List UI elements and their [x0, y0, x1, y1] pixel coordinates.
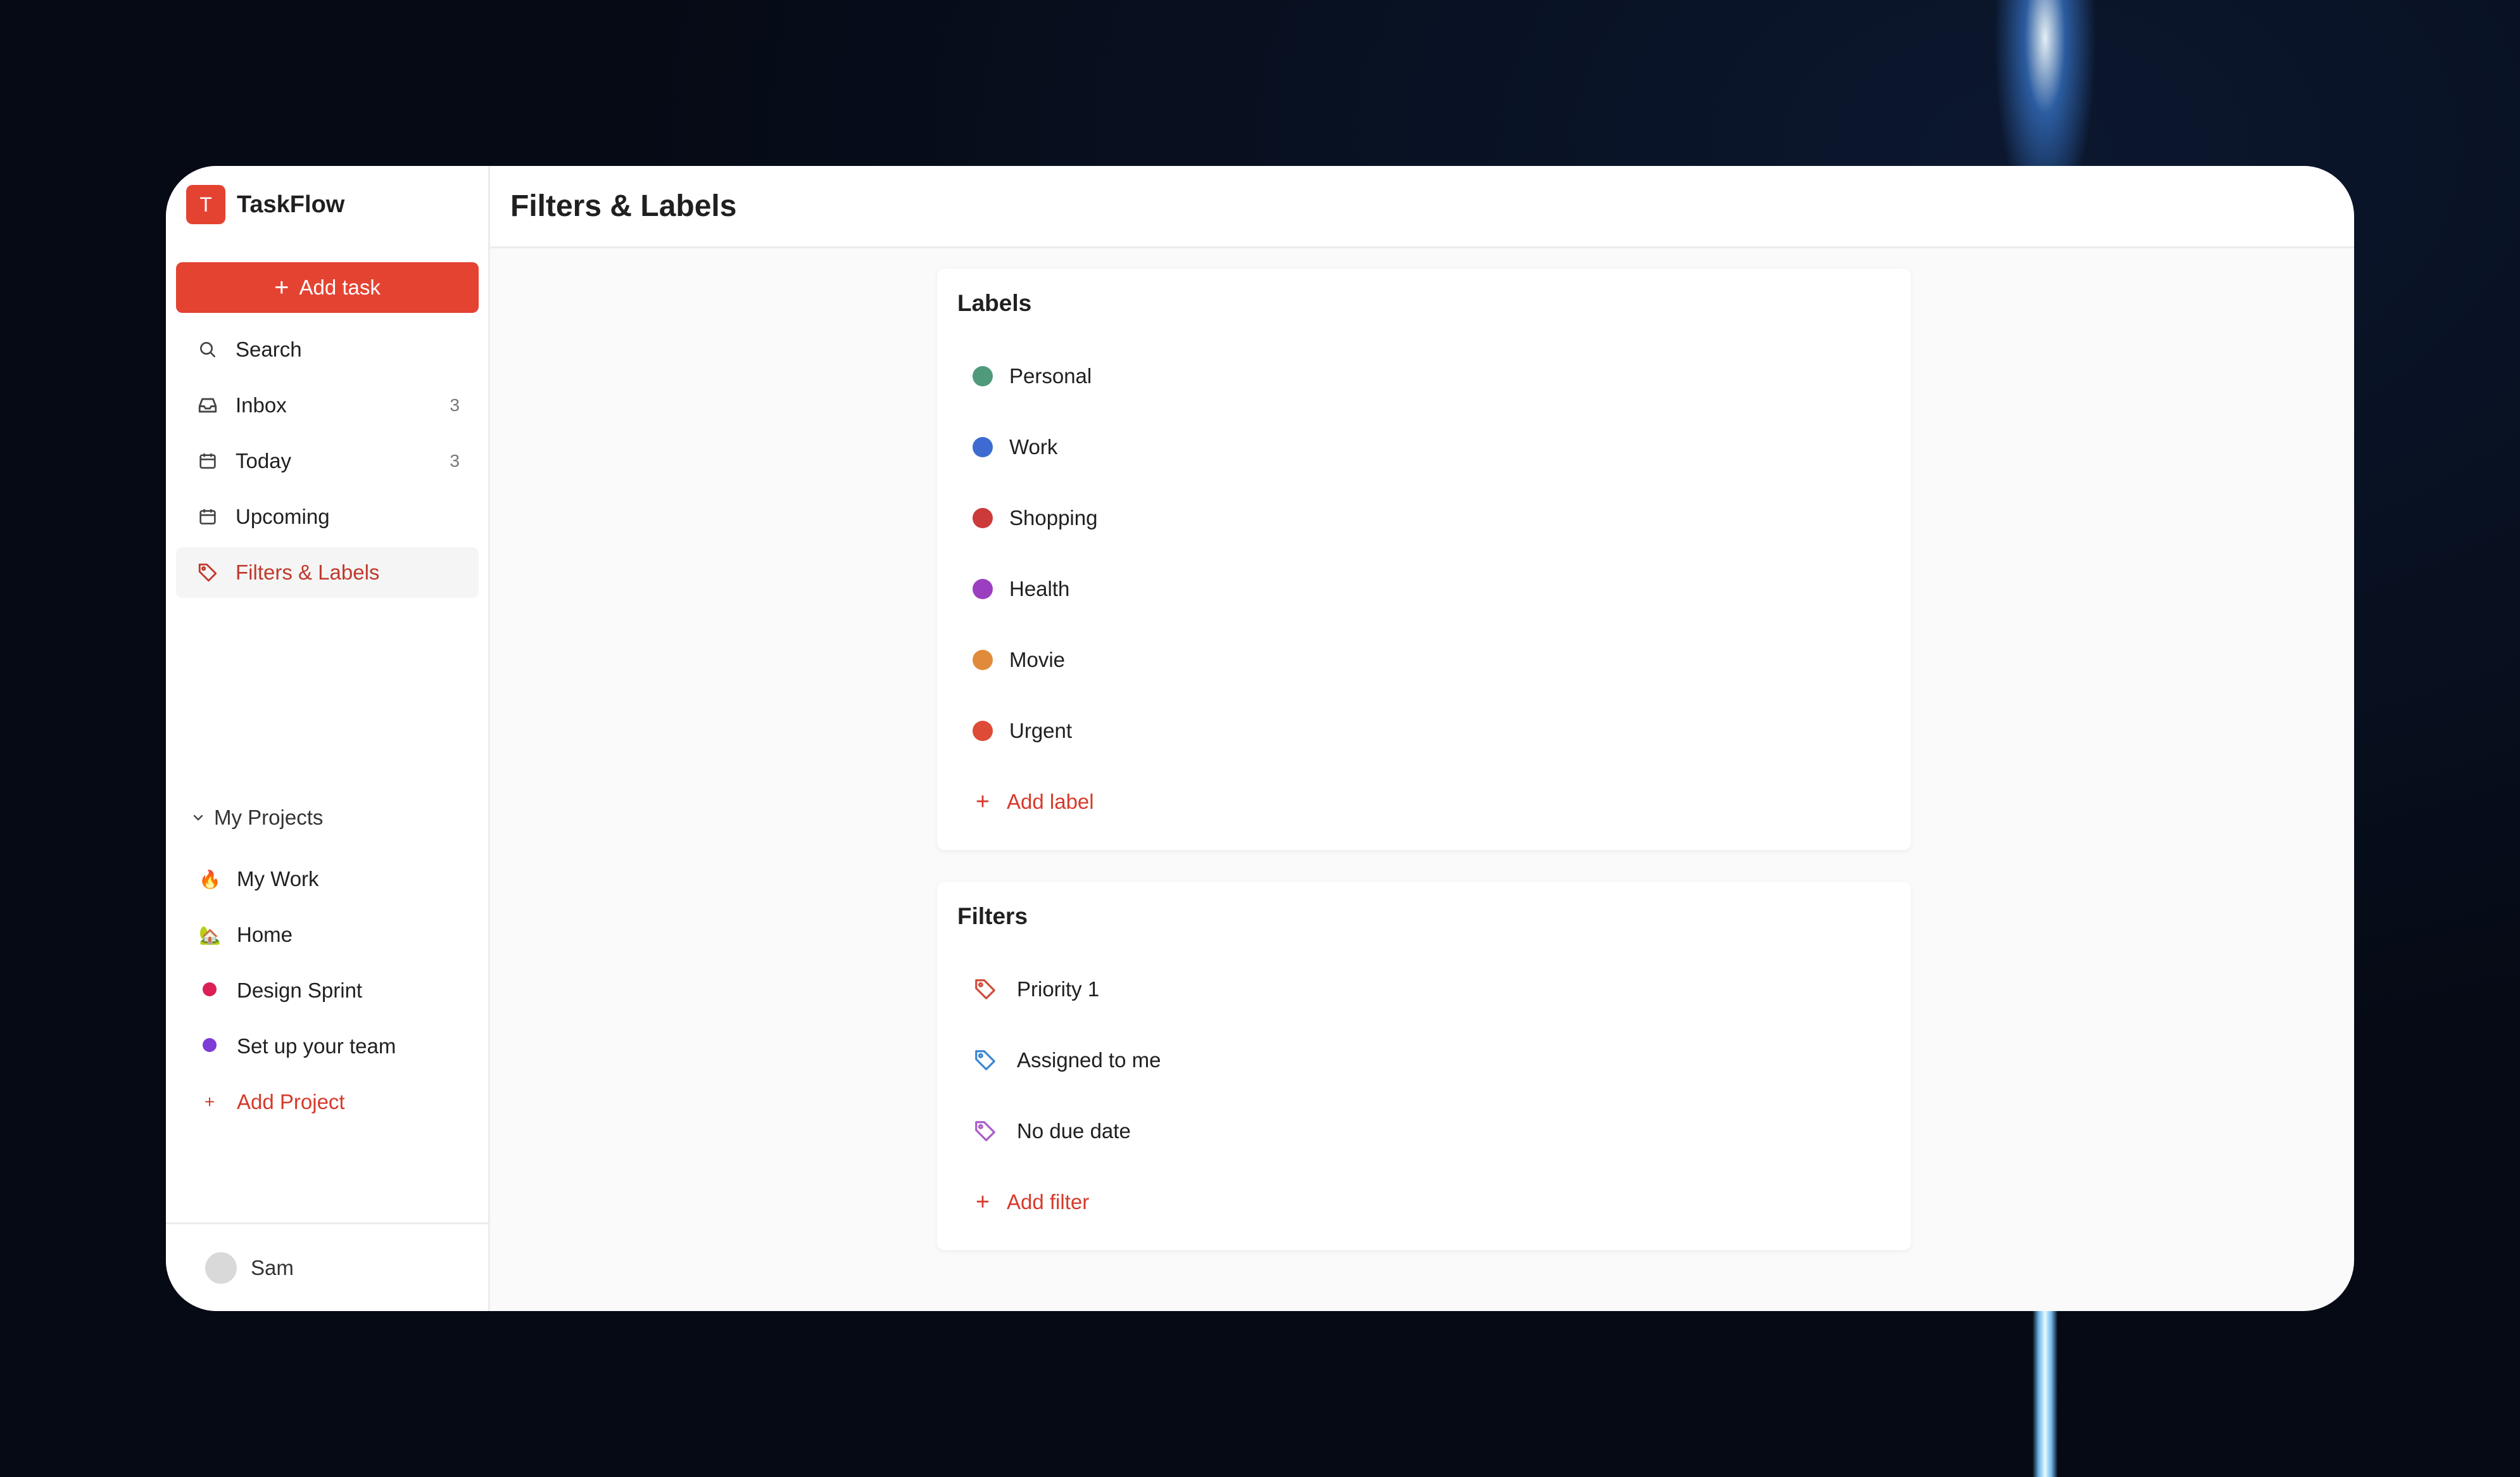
label-name: Personal [1009, 364, 1092, 388]
my-projects-heading: My Projects [214, 806, 324, 829]
fire-icon: 🔥 [199, 869, 221, 889]
plus-icon: + [204, 1092, 215, 1112]
tag-icon [973, 1048, 998, 1073]
sidebar-item-filters-labels[interactable]: Filters & Labels [176, 547, 479, 598]
app-name: TaskFlow [237, 191, 345, 218]
add-task-label: Add task [299, 276, 381, 299]
avatar [205, 1252, 237, 1284]
project-list: 🔥 My Work 🏡 Home Design Sprint Set up yo… [176, 854, 479, 1132]
sidebar: T TaskFlow + Add task Search Inbox 3 Tod… [166, 166, 490, 1311]
project-design-sprint[interactable]: Design Sprint [176, 965, 479, 1016]
labels-list: Personal Work Shopping Health Movie Urge… [957, 341, 1097, 837]
user-name: Sam [251, 1255, 294, 1279]
project-label: Set up your team [237, 1034, 396, 1058]
inbox-icon [196, 394, 219, 417]
add-filter-text: Add filter [1007, 1190, 1090, 1214]
project-color-dot [199, 980, 220, 1001]
filter-item-assigned-to-me[interactable]: Assigned to me [957, 1025, 1161, 1096]
sidebar-item-label: Inbox [236, 393, 287, 417]
sidebar-item-count: 3 [450, 395, 460, 415]
page-title: Filters & Labels [510, 189, 737, 223]
house-icon: 🏡 [199, 925, 221, 945]
page-header: Filters & Labels [490, 166, 2354, 248]
label-item-work[interactable]: Work [957, 412, 1097, 483]
add-project-button[interactable]: + Add Project [176, 1077, 479, 1127]
label-color-dot [973, 579, 993, 599]
add-label-text: Add label [1007, 790, 1094, 813]
project-label: Design Sprint [237, 979, 363, 1002]
add-label-button[interactable]: + Add label [957, 766, 1097, 837]
sidebar-item-today[interactable]: Today 3 [176, 436, 479, 486]
tag-icon [973, 1119, 998, 1144]
filter-item-priority-1[interactable]: Priority 1 [957, 954, 1161, 1025]
project-set-up-your-team[interactable]: Set up your team [176, 1021, 479, 1072]
background-light-beam-bottom [2032, 1305, 2058, 1477]
calendar-icon [196, 450, 219, 472]
add-task-button[interactable]: + Add task [176, 262, 479, 313]
tag-icon [196, 561, 219, 584]
project-label: Home [237, 923, 293, 946]
filters-card: Filters Priority 1 Assigned to me No due… [937, 882, 1911, 1250]
calendar-icon [196, 505, 219, 528]
filter-name: Priority 1 [1017, 977, 1100, 1001]
project-home[interactable]: 🏡 Home [176, 910, 479, 960]
label-name: Urgent [1009, 719, 1073, 742]
label-color-dot [973, 721, 993, 741]
label-item-urgent[interactable]: Urgent [957, 695, 1097, 766]
filter-name: No due date [1017, 1119, 1131, 1143]
plus-icon: + [975, 788, 990, 815]
main-content: Filters & Labels Labels Personal Work Sh… [490, 166, 2354, 1311]
labels-card: Labels Personal Work Shopping Health Mov… [937, 269, 1911, 850]
labels-card-title: Labels [957, 290, 1032, 316]
sidebar-item-search[interactable]: Search [176, 324, 479, 375]
add-project-label: Add Project [237, 1090, 345, 1113]
tag-icon [973, 977, 998, 1002]
label-item-personal[interactable]: Personal [957, 341, 1097, 412]
sidebar-item-inbox[interactable]: Inbox 3 [176, 380, 479, 431]
sidebar-item-label: Filters & Labels [236, 561, 380, 584]
project-color-dot [199, 1036, 220, 1056]
label-item-shopping[interactable]: Shopping [957, 483, 1097, 554]
plus-icon: + [274, 274, 289, 301]
add-filter-button[interactable]: + Add filter [957, 1167, 1161, 1238]
label-color-dot [973, 437, 993, 457]
sidebar-item-label: Today [236, 449, 292, 472]
app-window: T TaskFlow + Add task Search Inbox 3 Tod… [166, 166, 2354, 1311]
label-name: Work [1009, 435, 1058, 459]
filters-list: Priority 1 Assigned to me No due date + [957, 954, 1161, 1238]
label-name: Movie [1009, 648, 1066, 671]
user-profile[interactable]: Sam [166, 1222, 488, 1311]
chevron-down-icon [189, 808, 208, 827]
label-color-dot [973, 508, 993, 528]
search-icon [196, 338, 219, 361]
project-my-work[interactable]: 🔥 My Work [176, 854, 479, 904]
sidebar-item-label: Search [236, 338, 302, 361]
label-name: Shopping [1009, 506, 1098, 529]
label-item-health[interactable]: Health [957, 554, 1097, 624]
label-color-dot [973, 650, 993, 670]
my-projects-toggle[interactable]: My Projects [189, 806, 323, 830]
sidebar-item-count: 3 [450, 451, 460, 471]
project-label: My Work [237, 867, 319, 891]
filter-item-no-due-date[interactable]: No due date [957, 1096, 1161, 1167]
app-logo: T [186, 185, 225, 224]
sidebar-item-label: Upcoming [236, 505, 330, 528]
brand[interactable]: T TaskFlow [186, 185, 344, 224]
filter-name: Assigned to me [1017, 1048, 1161, 1072]
label-color-dot [973, 366, 993, 386]
plus-icon: + [975, 1188, 990, 1215]
sidebar-nav: Search Inbox 3 Today 3 Upcoming Filters … [176, 324, 479, 603]
filters-card-title: Filters [957, 903, 1028, 929]
label-name: Health [1009, 577, 1070, 600]
sidebar-item-upcoming[interactable]: Upcoming [176, 491, 479, 542]
label-item-movie[interactable]: Movie [957, 624, 1097, 695]
